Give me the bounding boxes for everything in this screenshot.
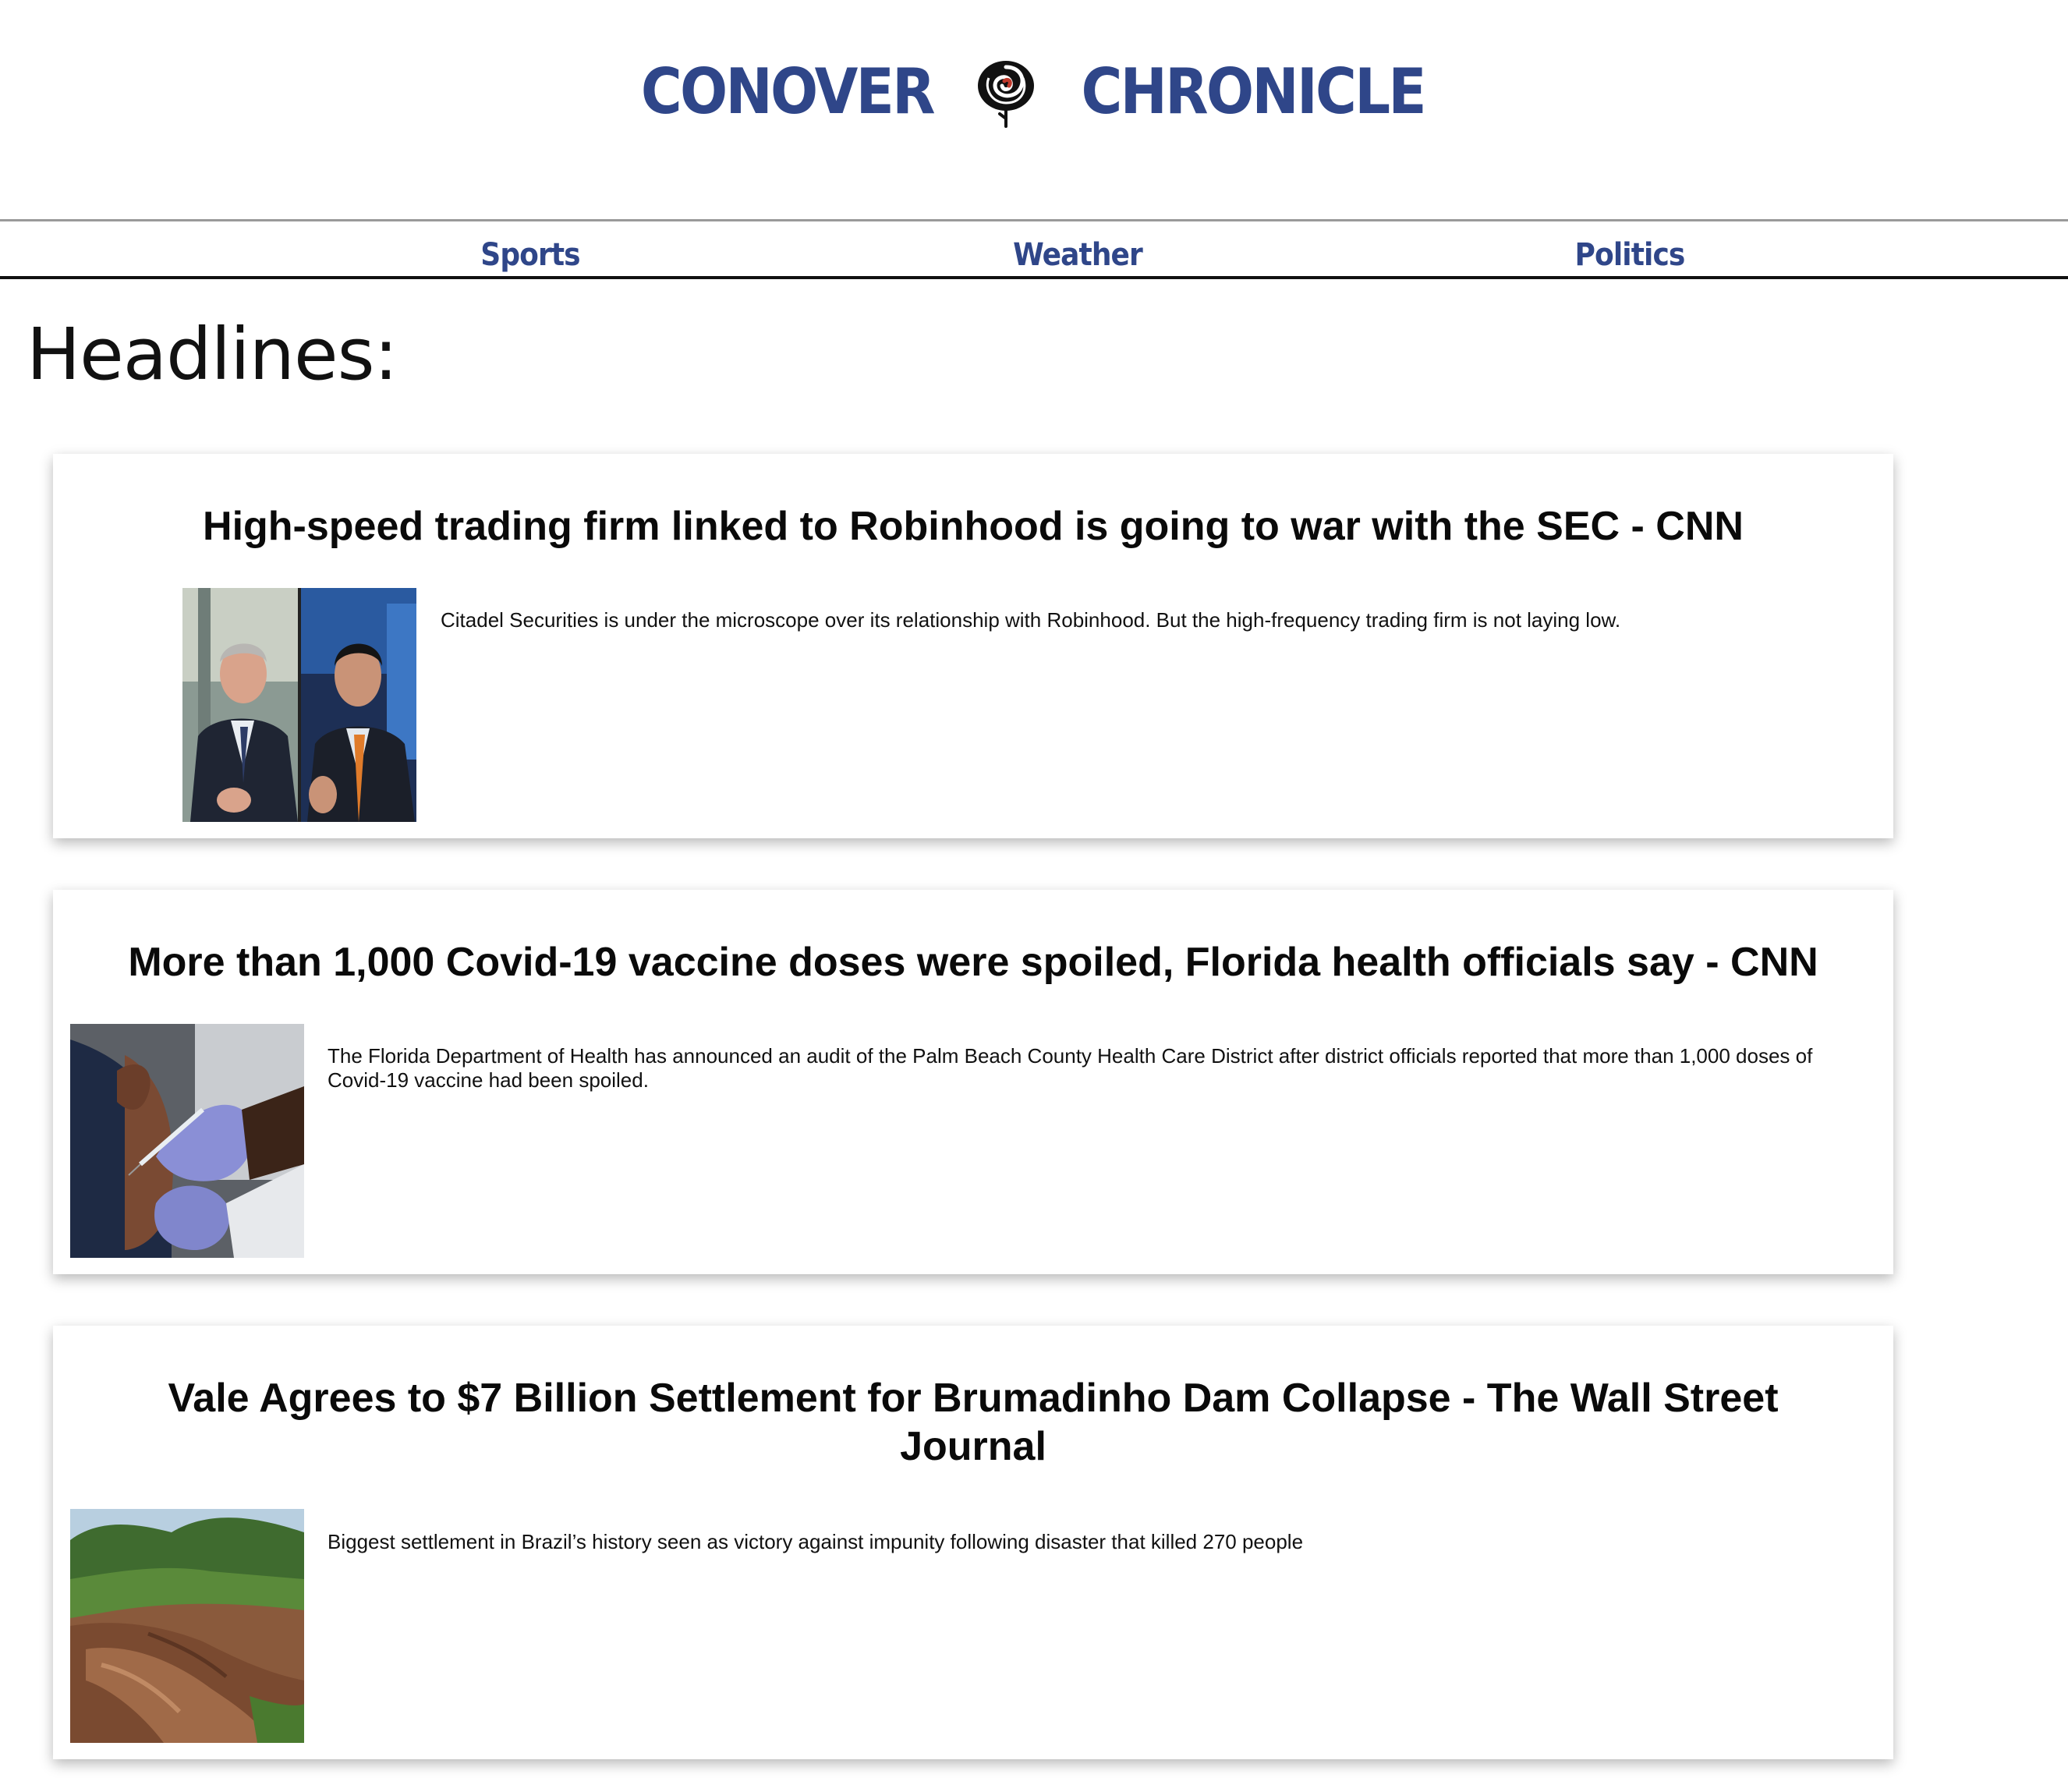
article-summary: Biggest settlement in Brazil’s history s… xyxy=(328,1530,1304,1553)
article-card: Vale Agrees to $7 Billion Settlement for… xyxy=(53,1326,1893,1759)
article-image[interactable] xyxy=(182,588,416,822)
article-summary: The Florida Department of Health has ann… xyxy=(328,1044,1813,1092)
vaccine-injection-photo-icon xyxy=(70,1024,304,1258)
nav-item-politics[interactable]: Politics xyxy=(1575,221,1686,276)
brand-name-right: CHRONICLE xyxy=(1081,55,1426,128)
rose-logo-icon xyxy=(977,61,1034,128)
brand-name-left: CONOVER xyxy=(640,55,936,128)
nav-item-weather[interactable]: Weather xyxy=(1013,221,1143,276)
article-card: More than 1,000 Covid-19 vaccine doses w… xyxy=(53,890,1893,1274)
nav-item-sports[interactable]: Sports xyxy=(480,221,580,276)
main-nav: Sports Weather Politics xyxy=(0,221,2068,276)
nav-bottom-divider xyxy=(0,276,2068,279)
article-image[interactable] xyxy=(70,1509,304,1743)
article-image[interactable] xyxy=(70,1024,304,1258)
article-title[interactable]: Vale Agrees to $7 Billion Settlement for… xyxy=(100,1374,1847,1471)
site-brand[interactable]: CONOVER CHRONICLE xyxy=(0,55,2068,129)
dam-collapse-aerial-photo-icon xyxy=(70,1509,304,1743)
article-card: High-speed trading firm linked to Robinh… xyxy=(53,454,1893,838)
article-title[interactable]: High-speed trading firm linked to Robinh… xyxy=(100,502,1847,551)
two-businessmen-photo-icon xyxy=(182,588,416,822)
headlines-heading: Headlines: xyxy=(27,313,398,396)
masthead: CONOVER CHRONICLE xyxy=(0,0,2068,220)
article-summary: Citadel Securities is under the microsco… xyxy=(441,608,1621,632)
article-title[interactable]: More than 1,000 Covid-19 vaccine doses w… xyxy=(100,938,1847,986)
